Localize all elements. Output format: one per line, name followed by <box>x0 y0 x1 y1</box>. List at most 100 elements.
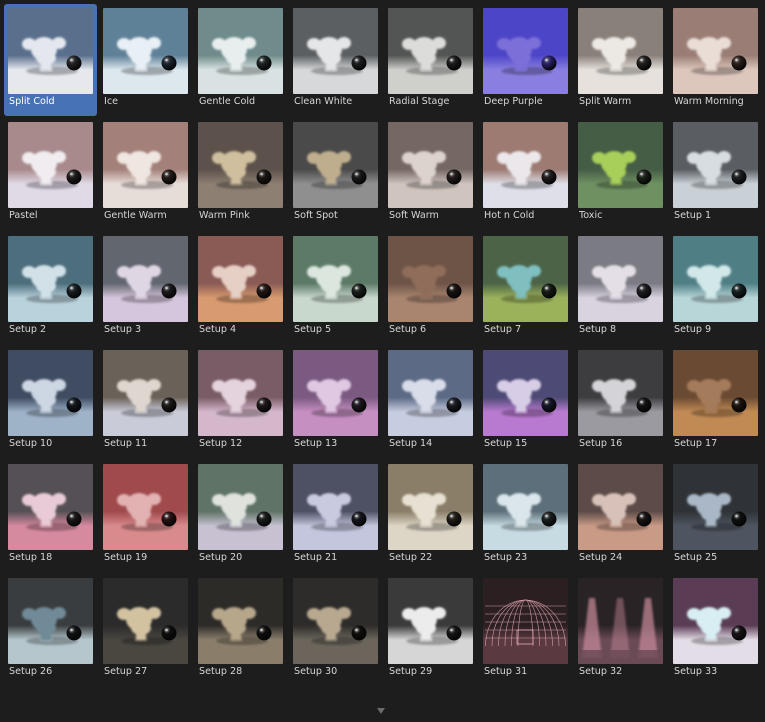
preset-label: Deep Purple <box>484 96 543 107</box>
preset-label: Setup 8 <box>579 324 617 335</box>
preset-label: Gentle Cold <box>199 96 256 107</box>
preset-tile[interactable]: Setup 17 <box>669 346 762 458</box>
preset-tile[interactable]: Setup 11 <box>99 346 192 458</box>
preset-label: Setup 23 <box>484 552 528 563</box>
scroll-down-icon[interactable] <box>377 708 385 714</box>
preset-thumbnail <box>198 122 283 208</box>
preset-thumbnail <box>8 578 93 664</box>
preset-thumbnail <box>483 464 568 550</box>
preset-tile[interactable]: Setup 30 <box>289 574 382 686</box>
preset-thumbnail <box>483 122 568 208</box>
preset-thumbnail <box>198 8 283 94</box>
preset-tile[interactable]: Setup 1 <box>669 118 762 230</box>
preset-tile[interactable]: Soft Warm <box>384 118 477 230</box>
preset-tile[interactable]: Setup 6 <box>384 232 477 344</box>
preset-tile[interactable]: Setup 20 <box>194 460 287 572</box>
preset-tile[interactable]: Setup 22 <box>384 460 477 572</box>
preset-tile[interactable]: Radial Stage <box>384 4 477 116</box>
preset-thumbnail <box>198 464 283 550</box>
preset-tile[interactable]: Split Warm <box>574 4 667 116</box>
preset-label: Clean White <box>294 96 353 107</box>
preset-thumbnail <box>198 578 283 664</box>
preset-tile[interactable]: Setup 7 <box>479 232 572 344</box>
preset-label: Setup 10 <box>9 438 53 449</box>
preset-thumbnail <box>388 578 473 664</box>
preset-tile[interactable]: Setup 27 <box>99 574 192 686</box>
preset-tile[interactable]: Setup 25 <box>669 460 762 572</box>
preset-thumbnail <box>293 464 378 550</box>
preset-tile[interactable]: Setup 23 <box>479 460 572 572</box>
preset-thumbnail <box>673 464 758 550</box>
preset-tile[interactable]: Setup 9 <box>669 232 762 344</box>
preset-tile[interactable]: Setup 5 <box>289 232 382 344</box>
preset-tile[interactable]: Setup 19 <box>99 460 192 572</box>
preset-tile[interactable]: Hot n Cold <box>479 118 572 230</box>
preset-label: Setup 9 <box>674 324 712 335</box>
preset-thumbnail <box>388 122 473 208</box>
preset-label: Pastel <box>9 210 38 221</box>
preset-thumbnail <box>673 8 758 94</box>
preset-tile[interactable]: Setup 33 <box>669 574 762 686</box>
preset-label: Setup 20 <box>199 552 243 563</box>
preset-label: Setup 22 <box>389 552 433 563</box>
preset-thumbnail <box>578 236 663 322</box>
preset-tile[interactable]: Warm Pink <box>194 118 287 230</box>
preset-thumbnail <box>578 578 663 664</box>
preset-tile[interactable]: Soft Spot <box>289 118 382 230</box>
preset-tile[interactable]: Setup 28 <box>194 574 287 686</box>
preset-tile[interactable]: Setup 31 <box>479 574 572 686</box>
preset-tile[interactable]: Setup 21 <box>289 460 382 572</box>
preset-tile[interactable]: Setup 15 <box>479 346 572 458</box>
preset-thumbnail <box>483 236 568 322</box>
preset-tile[interactable]: Toxic <box>574 118 667 230</box>
preset-tile[interactable]: Setup 18 <box>4 460 97 572</box>
preset-tile[interactable]: Setup 4 <box>194 232 287 344</box>
preset-label: Setup 24 <box>579 552 623 563</box>
preset-tile[interactable]: Setup 24 <box>574 460 667 572</box>
preset-thumbnail <box>483 350 568 436</box>
preset-label: Setup 7 <box>484 324 522 335</box>
preset-label: Setup 18 <box>9 552 53 563</box>
preset-tile[interactable]: Ice <box>99 4 192 116</box>
preset-tile[interactable]: Setup 8 <box>574 232 667 344</box>
preset-label: Setup 12 <box>199 438 243 449</box>
preset-tile[interactable]: Setup 12 <box>194 346 287 458</box>
preset-label: Setup 27 <box>104 666 148 677</box>
preset-label: Setup 29 <box>389 666 433 677</box>
preset-tile[interactable]: Gentle Warm <box>99 118 192 230</box>
preset-tile[interactable]: Pastel <box>4 118 97 230</box>
preset-label: Setup 30 <box>294 666 338 677</box>
preset-tile[interactable]: Setup 3 <box>99 232 192 344</box>
preset-tile[interactable]: Clean White <box>289 4 382 116</box>
preset-tile[interactable]: Deep Purple <box>479 4 572 116</box>
preset-label: Setup 2 <box>9 324 47 335</box>
preset-tile[interactable]: Setup 29 <box>384 574 477 686</box>
preset-tile[interactable]: Split Cold <box>4 4 97 116</box>
preset-thumbnail <box>293 8 378 94</box>
preset-tile[interactable]: Setup 26 <box>4 574 97 686</box>
preset-tile[interactable]: Setup 16 <box>574 346 667 458</box>
preset-thumbnail <box>103 8 188 94</box>
preset-label: Toxic <box>579 210 603 221</box>
preset-thumbnail <box>8 8 93 94</box>
preset-tile[interactable]: Warm Morning <box>669 4 762 116</box>
preset-grid: Split Cold Ice Gentle Cold Clean White Radia… <box>4 4 762 686</box>
preset-thumbnail <box>8 236 93 322</box>
preset-label: Setup 19 <box>104 552 148 563</box>
preset-tile[interactable]: Setup 2 <box>4 232 97 344</box>
preset-tile[interactable]: Gentle Cold <box>194 4 287 116</box>
preset-tile[interactable]: Setup 10 <box>4 346 97 458</box>
preset-thumbnail <box>103 578 188 664</box>
preset-tile[interactable]: Setup 13 <box>289 346 382 458</box>
preset-label: Setup 15 <box>484 438 528 449</box>
preset-label: Split Warm <box>579 96 632 107</box>
preset-tile[interactable]: Setup 32 <box>574 574 667 686</box>
preset-label: Setup 4 <box>199 324 237 335</box>
preset-thumbnail <box>673 122 758 208</box>
preset-label: Split Cold <box>9 96 55 107</box>
preset-thumbnail <box>483 578 568 664</box>
preset-thumbnail <box>673 578 758 664</box>
preset-label: Setup 3 <box>104 324 142 335</box>
preset-thumbnail <box>578 350 663 436</box>
preset-tile[interactable]: Setup 14 <box>384 346 477 458</box>
